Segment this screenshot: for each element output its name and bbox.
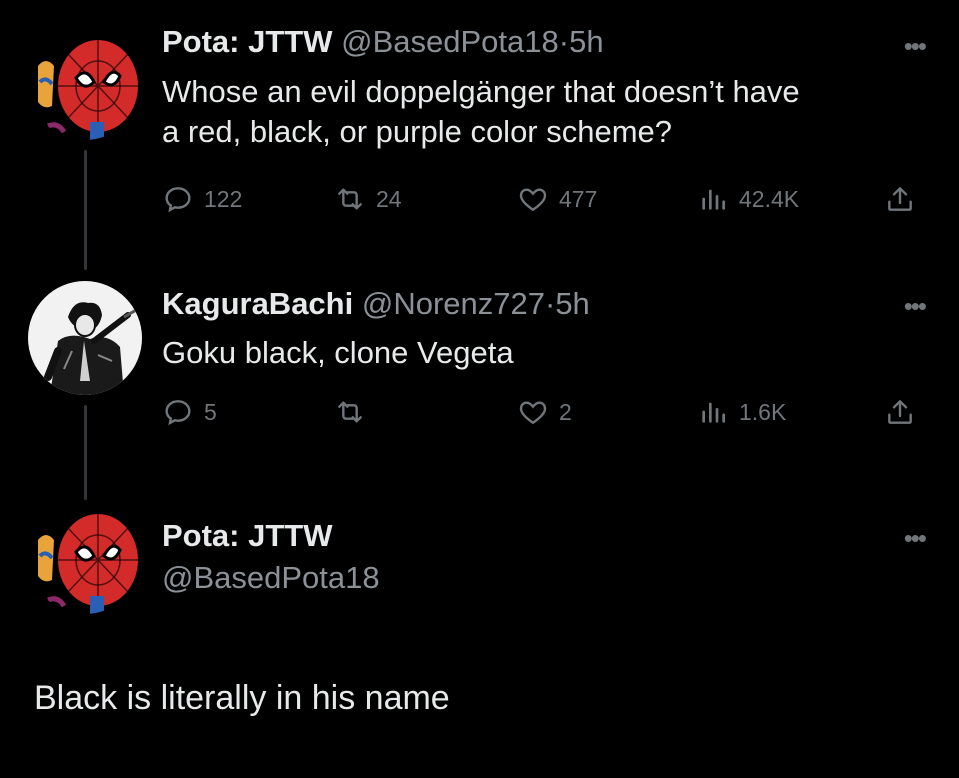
avatar[interactable] (28, 281, 142, 395)
tweet-actions: 5 2 1.6K (162, 396, 932, 432)
share-button[interactable] (884, 183, 916, 215)
retweet-button[interactable] (334, 396, 376, 428)
thread-line (84, 150, 87, 270)
spiderman-avatar-icon (28, 26, 142, 140)
user-handle[interactable]: @BasedPota18 (341, 24, 559, 59)
user-handle[interactable]: @Norenz727 (362, 286, 545, 321)
share-icon (888, 187, 912, 211)
views-button[interactable]: 42.4K (697, 183, 799, 215)
views-chart-icon (702, 189, 725, 210)
tweet-text: Whose an evil doppelgänger that doesn’t … (162, 72, 800, 152)
separator-dot: · (544, 286, 556, 321)
avatar[interactable] (28, 500, 142, 614)
timestamp[interactable]: 5h (555, 286, 589, 321)
reply-icon (165, 400, 191, 426)
display-name[interactable]: Pota: JTTW (162, 24, 333, 59)
more-options-icon[interactable]: ••• (904, 33, 927, 59)
more-options-icon[interactable]: ••• (904, 293, 927, 319)
more-options-icon[interactable]: ••• (904, 525, 927, 551)
views-count: 42.4K (739, 185, 800, 212)
retweet-icon (338, 401, 362, 423)
display-name[interactable]: KaguraBachi (162, 286, 353, 321)
retweet-icon (338, 188, 362, 210)
display-name[interactable]: Pota: JTTW (162, 518, 333, 553)
reply-button[interactable]: 122 (162, 183, 242, 215)
user-handle[interactable]: @BasedPota18 (162, 560, 380, 595)
avatar[interactable] (28, 26, 142, 140)
share-button[interactable] (884, 396, 916, 428)
heart-icon (519, 188, 547, 212)
views-button[interactable]: 1.6K (697, 396, 786, 428)
timestamp[interactable]: 5h (569, 24, 603, 59)
separator-dot: · (558, 24, 570, 59)
focused-tweet-text: Black is literally in his name (34, 679, 450, 717)
tweet-header: KaguraBachi @Norenz727·5h (162, 286, 590, 322)
reply-count: 5 (204, 398, 217, 425)
like-button[interactable]: 2 (517, 396, 572, 428)
tweet-handle-row: @BasedPota18 (162, 560, 380, 596)
retweet-button[interactable]: 24 (334, 183, 402, 215)
like-count: 477 (559, 185, 598, 212)
share-icon (888, 400, 912, 424)
tweet-text-line: Goku black, clone Vegeta (162, 335, 514, 370)
swordsman-avatar-icon (28, 281, 142, 395)
tweet-actions: 122 24 477 42.4K (162, 183, 932, 219)
tweet-text-line: a red, black, or purple color scheme? (162, 114, 673, 149)
views-count: 1.6K (739, 398, 787, 425)
spiderman-avatar-icon (28, 500, 142, 614)
like-count: 2 (559, 398, 572, 425)
tweet-header: Pota: JTTW (162, 518, 333, 554)
reply-icon (165, 187, 191, 213)
tweet-text-line: Whose an evil doppelgänger that doesn’t … (162, 74, 800, 109)
thread-line (84, 405, 87, 500)
reply-button[interactable]: 5 (162, 396, 217, 428)
like-button[interactable]: 477 (517, 183, 597, 215)
reply-count: 122 (204, 185, 243, 212)
views-chart-icon (702, 402, 725, 423)
heart-icon (519, 401, 547, 425)
retweet-count: 24 (376, 185, 402, 212)
tweet-header: Pota: JTTW @BasedPota18·5h (162, 24, 604, 60)
tweet-text: Goku black, clone Vegeta (162, 333, 514, 373)
